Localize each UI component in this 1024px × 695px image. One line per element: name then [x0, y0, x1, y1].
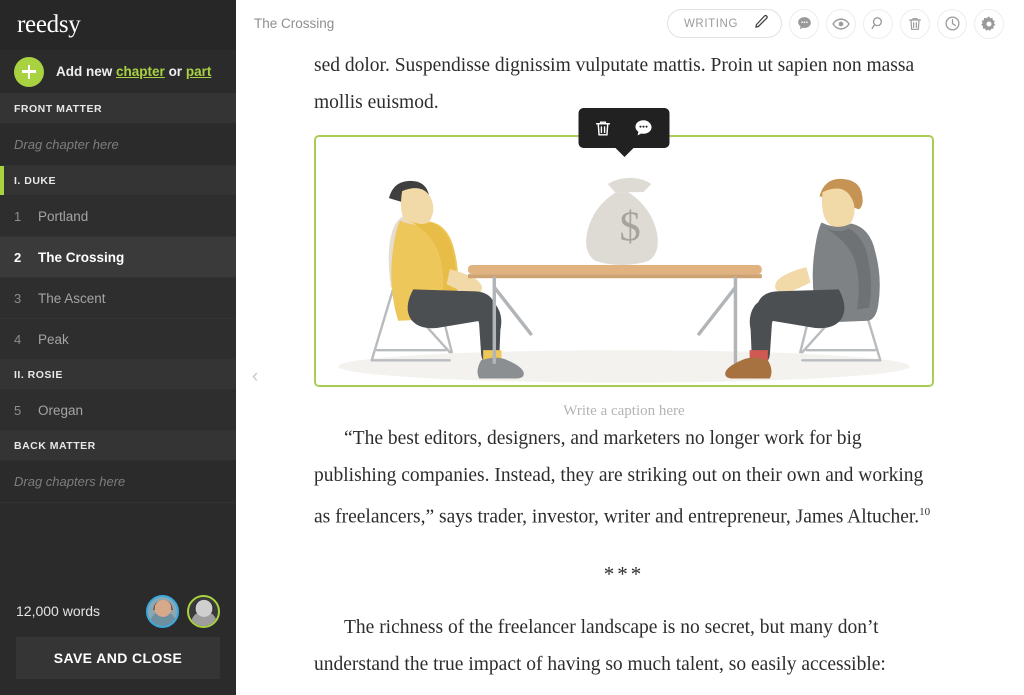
add-part-link[interactable]: part: [186, 64, 212, 79]
active-part-accent-bar: [0, 166, 4, 195]
chapter-title: Portland: [38, 208, 89, 224]
gear-icon: [980, 15, 998, 33]
writing-mode-pill[interactable]: WRITING: [666, 9, 782, 38]
sidebar-footer: 12,000 words SAVE AND CLOSE: [0, 585, 236, 695]
footnote-marker[interactable]: 10: [919, 506, 930, 518]
sidebar-chapter-oregan[interactable]: 5 Oregan: [0, 390, 236, 431]
chapter-title: The Ascent: [38, 290, 106, 306]
sidebar-spacer: [0, 503, 236, 585]
save-and-close-button[interactable]: SAVE AND CLOSE: [16, 637, 220, 679]
chapter-title: Peak: [38, 331, 69, 347]
part-label-rosie: II. ROSIE: [14, 368, 63, 381]
editor-content: sed dolor. Suspendisse dignissim vulputa…: [236, 47, 1024, 683]
history-clock-icon: [944, 15, 961, 32]
avatar[interactable]: [187, 594, 220, 628]
search-button[interactable]: [863, 8, 893, 39]
scene-divider: ***: [603, 561, 645, 586]
chapter-title: Oregan: [38, 402, 84, 418]
front-matter-dropzone[interactable]: Drag chapter here: [0, 124, 236, 166]
comment-icon: [796, 15, 813, 32]
search-icon: [870, 15, 887, 32]
sidebar-chapter-peak[interactable]: 4 Peak: [0, 319, 236, 360]
back-matter-dropzone[interactable]: Drag chapters here: [0, 461, 236, 503]
sidebar-chapter-the-crossing[interactable]: 2 The Crossing: [0, 237, 236, 278]
inserted-image[interactable]: $: [314, 135, 934, 387]
chapter-title: The Crossing: [38, 249, 125, 265]
app-root: reedsy Add new chapter or part FRONT MAT…: [0, 0, 1024, 695]
paragraph-bottom[interactable]: The richness of the freelancer landscape…: [314, 609, 934, 683]
paragraph-quote[interactable]: “The best editors, designers, and market…: [314, 420, 934, 536]
image-comment-button[interactable]: [633, 117, 655, 139]
delete-button[interactable]: [900, 8, 930, 39]
front-matter-drag-label: Drag chapter here: [14, 137, 119, 152]
back-matter-label: BACK MATTER: [14, 439, 96, 452]
image-floating-toolbar: [578, 108, 670, 148]
settings-button[interactable]: [974, 8, 1004, 39]
front-matter-header: FRONT MATTER: [0, 94, 236, 124]
top-toolbar: The Crossing WRITING: [236, 0, 1024, 47]
add-new-or: or: [168, 64, 183, 79]
avatar-face: [195, 600, 212, 618]
collapse-sidebar-chevron[interactable]: ‹: [252, 366, 258, 388]
plus-icon[interactable]: [14, 56, 44, 87]
back-matter-drag-label: Drag chapters here: [14, 474, 126, 489]
word-count-row: 12,000 words: [16, 585, 220, 637]
avatar[interactable]: [146, 594, 179, 628]
toolbar-actions: WRITING: [666, 8, 1004, 39]
add-chapter-link[interactable]: chapter: [116, 64, 165, 79]
image-delete-button[interactable]: [594, 119, 613, 138]
front-matter-label: FRONT MATTER: [14, 102, 103, 115]
sidebar-chapter-portland[interactable]: 1 Portland: [0, 196, 236, 237]
figure-block: $ Write a caption here: [314, 108, 934, 420]
image-caption[interactable]: Write a caption here: [314, 403, 934, 420]
chapter-number: 2: [14, 249, 22, 265]
part-header-rosie[interactable]: II. ROSIE: [0, 360, 236, 390]
comments-button[interactable]: [789, 8, 819, 39]
eye-icon: [832, 15, 850, 33]
document-title: The Crossing: [254, 16, 335, 31]
pencil-icon[interactable]: [754, 14, 769, 34]
back-matter-header: BACK MATTER: [0, 431, 236, 461]
avatar-face: [154, 600, 171, 618]
preview-button[interactable]: [826, 8, 856, 39]
part-label-duke: I. DUKE: [14, 174, 57, 187]
collaborator-avatars: [146, 594, 220, 628]
brand-row: reedsy: [0, 0, 236, 50]
illustration-negotiation: $: [316, 137, 932, 385]
sidebar: reedsy Add new chapter or part FRONT MAT…: [0, 0, 236, 695]
svg-text:$: $: [619, 204, 640, 251]
reedsy-logo: reedsy: [17, 11, 81, 38]
trash-icon: [907, 16, 923, 32]
chapter-number: 4: [14, 331, 22, 347]
writing-mode-label: WRITING: [683, 17, 738, 30]
add-new-row[interactable]: Add new chapter or part: [0, 50, 236, 94]
chapter-number: 5: [14, 402, 22, 418]
add-new-prefix: Add new: [56, 64, 113, 79]
main-panel: The Crossing WRITING ‹ sed dolor. Suspen…: [236, 0, 1024, 695]
chapter-number: 3: [14, 290, 22, 306]
add-new-label: Add new chapter or part: [56, 64, 211, 79]
quote-text: “The best editors, designers, and market…: [314, 428, 924, 528]
part-header-duke[interactable]: I. DUKE: [0, 166, 236, 196]
chapter-number: 1: [14, 208, 22, 224]
word-count: 12,000 words: [16, 603, 101, 619]
sidebar-chapter-the-ascent[interactable]: 3 The Ascent: [0, 278, 236, 319]
history-button[interactable]: [937, 8, 967, 39]
